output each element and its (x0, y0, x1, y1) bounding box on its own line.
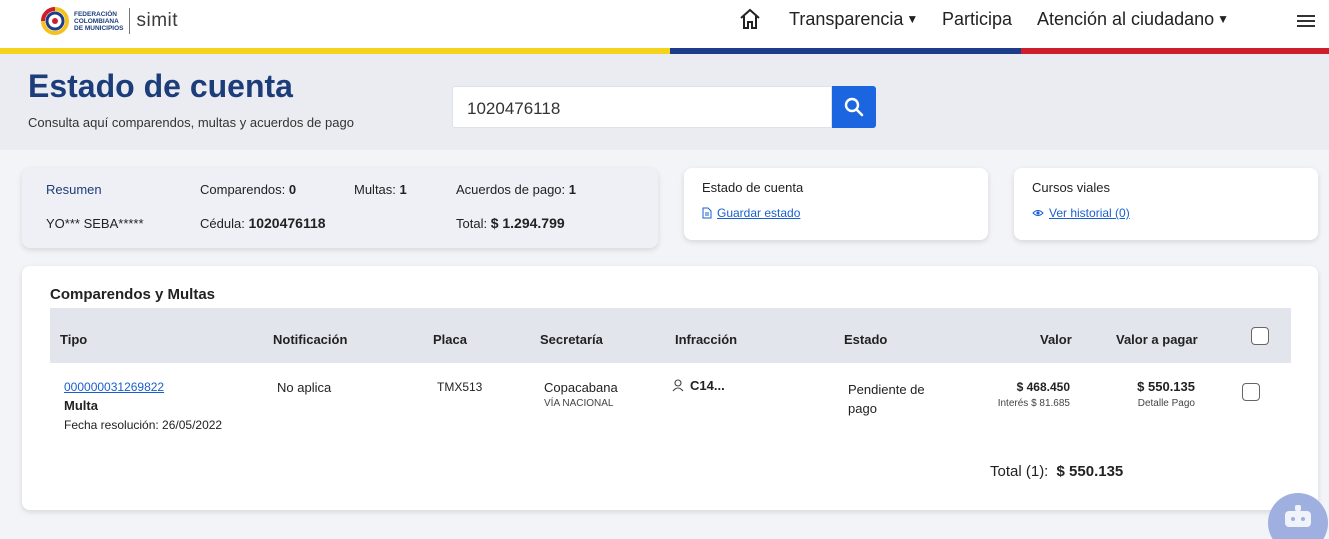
comparendo-number-link[interactable]: 000000031269822 (64, 380, 164, 394)
summary-total: Total: $ 1.294.799 (456, 215, 565, 231)
hamburger-icon[interactable] (1297, 8, 1315, 34)
cedula-value: 1020476118 (248, 215, 326, 231)
row-secretaria-sub: VÍA NACIONAL (544, 398, 614, 409)
th-tipo: Tipo (60, 332, 88, 347)
page-subtitle: Consulta aquí comparendos, multas y acue… (28, 115, 354, 130)
estado-cuenta-card: Estado de cuenta Guardar estado (684, 168, 988, 240)
ver-historial-link-row: Ver historial (0) (1032, 206, 1130, 220)
th-infraccion: Infracción (675, 332, 738, 347)
total-value: $ 550.135 (1056, 463, 1124, 480)
comparendos-label: Comparendos: (200, 182, 286, 197)
nav-transparencia[interactable]: Transparencia ▼ (789, 6, 918, 32)
infraccion-code: C14... (690, 378, 725, 393)
row-tipo: Multa (64, 398, 98, 413)
summary-acuerdos: Acuerdos de pago: 1 (456, 182, 576, 197)
row-valor-pagar: $ 550.135 (1137, 379, 1195, 394)
summary-title: Resumen (46, 182, 102, 197)
cursos-viales-card: Cursos viales Ver historial (0) (1014, 168, 1318, 240)
guardar-estado-link-row: Guardar estado (702, 206, 800, 220)
summary-name: YO*** SEBA***** (46, 216, 144, 231)
summary-multas: Multas: 1 (354, 182, 407, 197)
summary-comparendos: Comparendos: 0 (200, 182, 296, 197)
hero-section: Estado de cuenta Consulta aquí comparend… (0, 54, 1329, 150)
nav-label: Transparencia (789, 8, 904, 29)
logo-text-line: DE MUNICIPIOS (74, 24, 124, 32)
summary-card: Resumen YO*** SEBA***** Comparendos: 0 C… (22, 168, 658, 248)
top-navbar: FEDERACIÓN COLOMBIANA DE MUNICIPIOS simi… (0, 0, 1329, 48)
row-notificacion: No aplica (277, 380, 332, 395)
detalle-pago-link[interactable]: Detalle Pago (1102, 398, 1195, 409)
row-fecha: Fecha resolución: 26/05/2022 (64, 418, 223, 432)
logo-text-line: FEDERACIÓN (74, 10, 117, 18)
total-label: Total: (456, 216, 488, 231)
home-icon[interactable] (738, 6, 762, 32)
select-all-checkbox[interactable] (1251, 327, 1269, 345)
nav-label: Participa (942, 8, 1013, 29)
search-input[interactable]: 1020476118 (452, 86, 832, 128)
nav-atencion[interactable]: Atención al ciudadano ▼ (1037, 6, 1229, 32)
document-icon (702, 207, 712, 219)
multas-value: 1 (399, 182, 407, 197)
total-value: $ 1.294.799 (490, 215, 565, 231)
multas-label: Multas: (354, 182, 396, 197)
row-checkbox[interactable] (1242, 383, 1260, 401)
nav-label: Atención al ciudadano (1037, 8, 1215, 29)
comparendos-multas-card: Comparendos y Multas Tipo Notificación P… (22, 266, 1318, 510)
nav-participa[interactable]: Participa (942, 6, 1012, 32)
page-title: Estado de cuenta (28, 68, 293, 104)
row-secretaria: Copacabana (544, 380, 618, 395)
th-valor-pagar: Valor a pagar (1116, 332, 1198, 347)
section-title: Comparendos y Multas (50, 286, 216, 303)
estado-card-title: Estado de cuenta (702, 180, 804, 195)
comparendo-number[interactable]: 000000031269822 (64, 380, 164, 394)
acuerdos-label: Acuerdos de pago: (456, 182, 566, 197)
search-button[interactable] (832, 86, 876, 128)
th-valor: Valor (1040, 332, 1072, 347)
cedula-label: Cédula: (200, 216, 245, 231)
table-header: Tipo Notificación Placa Secretaría Infra… (50, 308, 1291, 363)
guardar-estado-link[interactable]: Guardar estado (717, 206, 800, 220)
row-valor: $ 468.450 (1016, 380, 1070, 394)
search-icon (844, 97, 864, 117)
logo-divider (129, 8, 131, 34)
total-label: Total (1): (990, 463, 1049, 480)
person-icon (672, 379, 684, 392)
acuerdos-value: 1 (568, 182, 576, 197)
cursos-card-title: Cursos viales (1032, 180, 1111, 195)
table-total: Total (1): $ 550.135 (990, 463, 1123, 480)
eye-icon (1032, 210, 1044, 216)
th-notificacion: Notificación (273, 332, 348, 347)
federacion-logo-icon (40, 6, 70, 36)
chatbot-icon (1285, 505, 1311, 527)
caret-down-icon: ▼ (1217, 12, 1230, 26)
row-estado: Pendiente de pago (848, 382, 925, 416)
caret-down-icon: ▼ (906, 12, 919, 26)
chatbot-button[interactable] (1268, 493, 1328, 539)
comparendos-value: 0 (288, 182, 297, 197)
th-estado: Estado (844, 332, 888, 347)
row-interes: Interés $ 81.685 (997, 398, 1070, 409)
summary-cedula: Cédula: 1020476118 (200, 215, 326, 231)
site-logo[interactable]: FEDERACIÓN COLOMBIANA DE MUNICIPIOS simi… (40, 3, 178, 39)
row-infraccion[interactable]: C14... (672, 378, 725, 393)
logo-text-line: COLOMBIANA (74, 17, 119, 25)
row-placa: TMX513 (437, 380, 483, 394)
ver-historial-link[interactable]: Ver historial (0) (1049, 206, 1130, 220)
th-placa: Placa (433, 332, 467, 347)
simit-logo-text: simit (136, 10, 179, 31)
th-secretaria: Secretaría (540, 332, 603, 347)
